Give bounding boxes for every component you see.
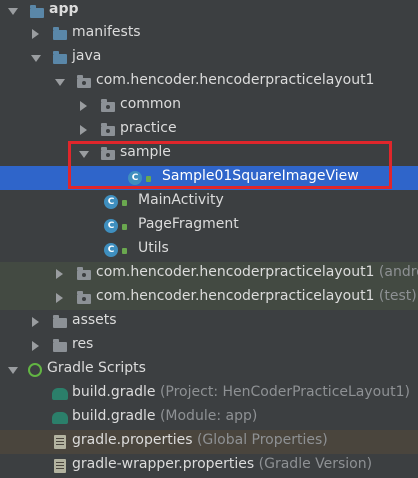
tree-item-pagefragment[interactable]: C PageFragment — [0, 214, 418, 238]
project-tree: app manifests java com.hencoder.hencoder… — [0, 0, 418, 473]
tree-item-build-gradle-module[interactable]: build.gradle (Module: app) — [0, 406, 418, 430]
class-icon: C — [128, 171, 142, 185]
lock-icon — [122, 224, 127, 230]
chevron-down-icon[interactable] — [8, 367, 18, 374]
chevron-down-icon[interactable] — [55, 79, 65, 86]
tree-item-label: build.gradle (Module: app) — [72, 408, 258, 424]
tree-item-label: PageFragment — [138, 216, 239, 232]
class-icon: C — [104, 219, 118, 233]
chevron-right-icon[interactable] — [56, 293, 63, 303]
chevron-right-icon[interactable] — [80, 101, 87, 111]
lock-icon — [122, 200, 127, 206]
tree-item-label: Utils — [138, 240, 169, 256]
tree-item-manifests[interactable]: manifests — [0, 22, 418, 46]
tree-item-label: gradle.properties (Global Properties) — [72, 432, 328, 448]
tree-item-build-gradle-project[interactable]: build.gradle (Project: HenCoderPracticeL… — [0, 382, 418, 406]
resources-folder-icon — [53, 339, 67, 352]
chevron-right-icon[interactable] — [80, 125, 87, 135]
tree-item-package-test[interactable]: com.hencoder.hencoderpracticelayout1 (te… — [0, 286, 418, 310]
tree-item-label: MainActivity — [138, 192, 224, 208]
tree-item-hint: (Gradle Version) — [258, 456, 373, 472]
tree-item-label: common — [120, 96, 181, 112]
tree-item-res[interactable]: res — [0, 334, 418, 358]
source-folder-icon — [53, 51, 67, 64]
tree-item-label: assets — [72, 312, 117, 328]
tree-item-gradle-scripts[interactable]: Gradle Scripts — [0, 358, 418, 382]
tree-item-label: app — [49, 1, 79, 17]
tree-item-label: build.gradle (Project: HenCoderPracticeL… — [72, 384, 410, 400]
tree-item-label: sample — [120, 144, 171, 160]
properties-file-icon — [54, 459, 66, 473]
tree-item-sample01squareimageview[interactable]: C Sample01SquareImageView — [0, 166, 418, 190]
package-icon — [77, 75, 91, 88]
package-icon — [101, 99, 115, 112]
tree-item-label: manifests — [72, 24, 141, 40]
tree-item-common[interactable]: common — [0, 94, 418, 118]
tree-item-app[interactable]: app — [0, 0, 418, 24]
folder-icon — [53, 27, 67, 40]
chevron-down-icon[interactable] — [79, 151, 89, 158]
tree-item-label: java — [72, 48, 102, 64]
tree-item-label: practice — [120, 120, 177, 136]
gradle-icon — [52, 412, 68, 424]
chevron-down-icon[interactable] — [31, 55, 41, 62]
tree-item-label: com.hencoder.hencoderpracticelayout1 (an… — [96, 264, 418, 280]
properties-file-icon — [54, 435, 66, 449]
chevron-right-icon[interactable] — [32, 317, 39, 327]
tree-item-label: com.hencoder.hencoderpracticelayout1 (te… — [96, 288, 417, 304]
tree-item-java[interactable]: java — [0, 46, 418, 70]
tree-item-practice[interactable]: practice — [0, 118, 418, 142]
class-icon: C — [104, 195, 118, 209]
tree-item-hint: (test) — [378, 288, 417, 304]
tree-item-label: gradle-wrapper.properties (Gradle Versio… — [72, 456, 373, 472]
tree-item-package-androidtest[interactable]: com.hencoder.hencoderpracticelayout1 (an… — [0, 262, 418, 286]
tree-item-hint: (Project: HenCoderPracticeLayout1) — [159, 384, 410, 400]
lock-icon — [146, 176, 151, 182]
tree-item-label: res — [72, 336, 94, 352]
lock-icon — [122, 248, 127, 254]
tree-item-utils[interactable]: C Utils — [0, 238, 418, 262]
tree-item-assets[interactable]: assets — [0, 310, 418, 334]
tree-item-gradle-properties[interactable]: gradle.properties (Global Properties) — [0, 430, 418, 454]
gradle-scripts-icon — [28, 363, 42, 377]
class-icon: C — [104, 243, 118, 257]
chevron-right-icon[interactable] — [32, 29, 39, 39]
chevron-right-icon[interactable] — [56, 269, 63, 279]
tree-item-package-main[interactable]: com.hencoder.hencoderpracticelayout1 — [0, 70, 418, 94]
tree-item-label: Sample01SquareImageView — [162, 168, 359, 184]
tree-item-hint: (andro — [378, 264, 418, 280]
tree-item-sample[interactable]: sample — [0, 142, 418, 166]
package-icon — [101, 147, 115, 160]
gradle-icon — [52, 388, 68, 400]
folder-icon — [53, 315, 67, 328]
tree-item-hint: (Global Properties) — [196, 432, 328, 448]
package-icon — [101, 123, 115, 136]
chevron-down-icon[interactable] — [8, 8, 18, 15]
tree-item-hint: (Module: app) — [159, 408, 258, 424]
tree-item-label: com.hencoder.hencoderpracticelayout1 — [96, 72, 375, 88]
package-icon — [77, 267, 91, 280]
tree-item-label: Gradle Scripts — [47, 360, 146, 376]
tree-item-gradle-wrapper-properties[interactable]: gradle-wrapper.properties (Gradle Versio… — [0, 454, 418, 478]
chevron-right-icon[interactable] — [32, 341, 39, 351]
module-folder-icon — [30, 5, 44, 18]
tree-item-mainactivity[interactable]: C MainActivity — [0, 190, 418, 214]
package-icon — [77, 291, 91, 304]
